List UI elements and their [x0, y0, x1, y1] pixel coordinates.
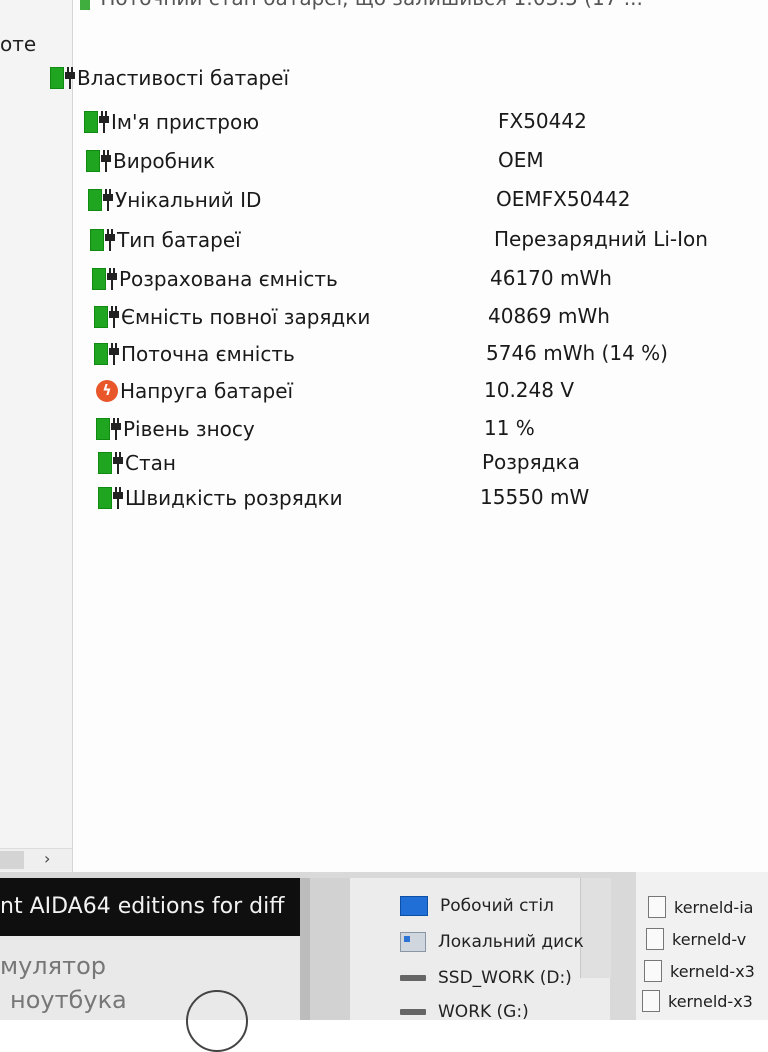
drive-icon — [400, 1009, 426, 1015]
explorer-drive-item[interactable]: WORK (G:) — [400, 1002, 529, 1022]
battery-icon — [98, 452, 123, 474]
browser-round-button[interactable] — [186, 990, 248, 1052]
file-name: kerneld-x3 — [670, 961, 755, 981]
explorer-drive-item[interactable]: Робочий стіл — [400, 896, 554, 916]
nav-item-label[interactable]: оте — [0, 32, 36, 56]
drive-label: SSD_WORK (D:) — [438, 968, 572, 988]
drive-label: WORK (G:) — [438, 1002, 529, 1022]
row-label: Поточний стан батареї, що залишився 1:03… — [100, 0, 643, 10]
battery-icon — [94, 306, 119, 328]
tree-row[interactable]: Тип батареї — [90, 226, 241, 254]
battery-icon — [84, 111, 109, 133]
scroll-right-icon[interactable]: › — [44, 849, 50, 868]
drive-icon — [400, 975, 426, 981]
row-label: Швидкість розрядки — [125, 486, 343, 510]
explorer-scrollbar[interactable] — [580, 878, 611, 978]
voltage-warning-icon: ϟ — [96, 380, 118, 402]
tree-row[interactable]: Поточна ємність — [94, 340, 295, 368]
window-divider — [300, 878, 310, 1020]
tree-row[interactable]: Ім'я пристрою — [84, 108, 259, 136]
row-value: 15550 mW — [480, 485, 590, 509]
row-label: Стан — [125, 451, 176, 475]
explorer-drive-item[interactable]: Локальний диск — [400, 932, 584, 952]
battery-icon — [90, 229, 115, 251]
battery-icon — [92, 268, 117, 290]
battery-icon — [80, 0, 90, 10]
row-label: Ім'я пристрою — [111, 110, 260, 134]
tree-row[interactable]: Рівень зносу — [96, 415, 255, 443]
scrollbar-thumb[interactable] — [0, 851, 24, 869]
tree-row[interactable]: Швидкість розрядки — [98, 484, 343, 512]
tree-row[interactable]: Стан — [98, 449, 176, 477]
file-name: kerneld-v — [672, 929, 747, 949]
row-value: 11 % — [484, 416, 535, 440]
group-title: Властивості батареї — [77, 66, 290, 90]
drive-label: Локальний диск — [438, 932, 584, 952]
tree-row[interactable]: ϟ Напруга батареї — [96, 377, 293, 405]
row-value: 46170 mWh — [490, 266, 612, 290]
row-value: FX50442 — [498, 109, 587, 133]
browser-text-line: мулятор — [0, 952, 106, 980]
tree-row[interactable]: Унікальний ID — [88, 186, 261, 214]
battery-icon — [96, 418, 121, 440]
row-label: Унікальний ID — [115, 188, 262, 212]
row-label: Ємність повної зарядки — [121, 305, 371, 329]
navigation-pane: оте › — [0, 0, 73, 872]
explorer-drive-item[interactable]: SSD_WORK (D:) — [400, 968, 572, 988]
file-list-item[interactable]: kerneld-x3 — [642, 990, 753, 1012]
row-label: Розрахована ємність — [119, 267, 338, 291]
battery-icon — [98, 487, 123, 509]
file-icon — [646, 928, 664, 950]
file-name: kerneld-ia — [674, 897, 754, 917]
battery-icon — [88, 189, 113, 211]
row-value: OEM — [498, 148, 544, 172]
browser-text-line: ноутбука — [10, 986, 127, 1014]
horizontal-scrollbar[interactable]: › — [0, 848, 72, 871]
file-icon — [648, 896, 666, 918]
file-icon — [642, 990, 660, 1012]
local-disk-icon — [400, 932, 426, 952]
row-label: Виробник — [113, 149, 216, 173]
desktop-icon — [400, 896, 428, 916]
battery-icon — [86, 150, 111, 172]
tree-row[interactable]: Виробник — [86, 147, 215, 175]
row-value: 5746 mWh (14 %) — [486, 341, 668, 365]
file-name: kerneld-x3 — [668, 991, 753, 1011]
battery-icon — [94, 343, 119, 365]
tree-row-cutoff[interactable]: Поточний стан батареї, що залишився 1:03… — [80, 0, 643, 10]
tree-row[interactable]: Розрахована ємність — [92, 265, 338, 293]
battery-icon — [50, 67, 75, 89]
file-list-item[interactable]: kerneld-v — [646, 928, 746, 950]
row-value: Перезарядний Li-Ion — [494, 227, 708, 251]
row-value: 10.248 V — [484, 378, 575, 402]
drive-label: Робочий стіл — [440, 896, 554, 916]
file-list-item[interactable]: kerneld-ia — [648, 896, 753, 918]
row-label: Напруга батареї — [120, 379, 294, 403]
file-list-item[interactable]: kerneld-x3 — [644, 960, 755, 982]
row-value: 40869 mWh — [488, 304, 610, 328]
browser-page-heading[interactable]: nt AIDA64 editions for diff — [0, 878, 300, 936]
row-label: Поточна ємність — [121, 342, 295, 366]
row-value: OEMFX50442 — [496, 187, 631, 211]
row-value: Розрядка — [482, 450, 580, 474]
row-label: Рівень зносу — [123, 417, 255, 441]
file-icon — [644, 960, 662, 982]
row-label: Тип батареї — [117, 228, 241, 252]
tree-group-battery-properties[interactable]: Властивості батареї — [50, 64, 289, 92]
tree-row[interactable]: Ємність повної зарядки — [94, 303, 370, 331]
